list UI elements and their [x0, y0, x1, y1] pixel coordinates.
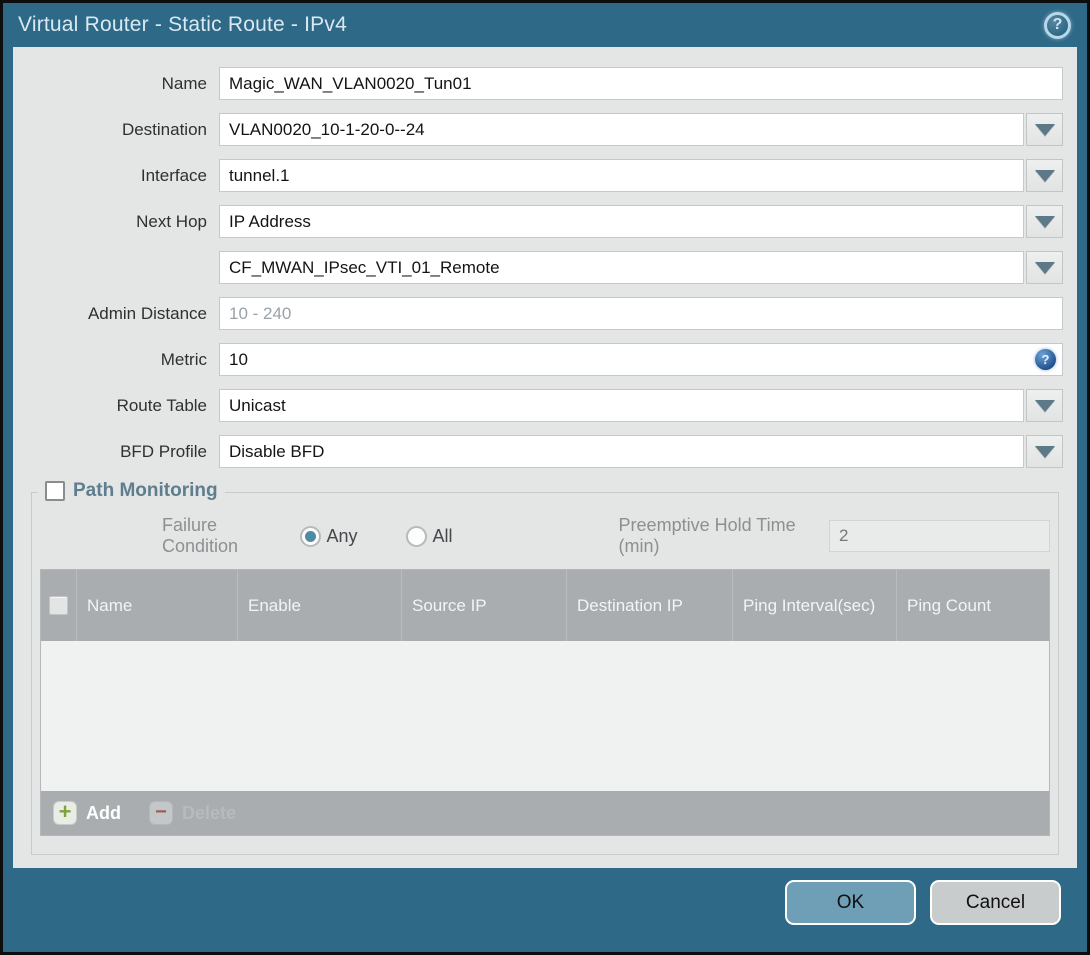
dialog-title: Virtual Router - Static Route - IPv4 — [18, 13, 347, 36]
delete-button[interactable]: − Delete — [149, 801, 236, 825]
route-table-dropdown-button[interactable] — [1026, 389, 1063, 422]
next-hop-address-row — [27, 251, 1063, 284]
chevron-down-icon — [1034, 169, 1055, 182]
metric-row: Metric ? — [27, 343, 1063, 376]
dialog-content: Name Destination Interface Next Hop — [13, 47, 1077, 868]
add-plus-icon: + — [53, 801, 77, 825]
column-header-source-ip[interactable]: Source IP — [402, 570, 567, 641]
column-header-name[interactable]: Name — [77, 570, 238, 641]
table-header: Name Enable Source IP Destination IP Pin… — [41, 570, 1049, 641]
interface-dropdown-button[interactable] — [1026, 159, 1063, 192]
name-label: Name — [161, 73, 207, 93]
radio-all-group: All — [405, 525, 487, 547]
name-row: Name — [27, 67, 1063, 100]
chevron-down-icon — [1034, 261, 1055, 274]
select-all-cell — [41, 570, 77, 641]
next-hop-address-dropdown-button[interactable] — [1026, 251, 1063, 284]
add-button-label: Add — [86, 802, 121, 823]
failure-condition-all-label: All — [432, 525, 453, 546]
bfd-profile-label: BFD Profile — [120, 441, 207, 461]
next-hop-dropdown-button[interactable] — [1026, 205, 1063, 238]
interface-label: Interface — [140, 165, 207, 185]
table-footer: + Add − Delete — [41, 791, 1049, 835]
failure-condition-any-label: Any — [326, 525, 358, 546]
bfd-profile-row: BFD Profile — [27, 435, 1063, 468]
destination-dropdown-button[interactable] — [1026, 113, 1063, 146]
destination-row: Destination — [27, 113, 1063, 146]
column-header-destination-ip[interactable]: Destination IP — [567, 570, 733, 641]
bfd-profile-input[interactable] — [219, 435, 1024, 468]
route-table-row: Route Table — [27, 389, 1063, 422]
titlebar: Virtual Router - Static Route - IPv4 ? — [3, 3, 1087, 47]
column-header-ping-interval[interactable]: Ping Interval(sec) — [733, 570, 897, 641]
admin-distance-row: Admin Distance — [27, 297, 1063, 330]
metric-help-icon[interactable]: ? — [1035, 349, 1056, 370]
name-input[interactable] — [219, 67, 1063, 100]
next-hop-row: Next Hop — [27, 205, 1063, 238]
path-monitoring-legend: Path Monitoring — [38, 480, 225, 502]
plus-glyph: + — [58, 799, 72, 824]
interface-input[interactable] — [219, 159, 1024, 192]
preemptive-hold-time-label: Preemptive Hold Time (min) — [618, 515, 796, 556]
failure-condition-any-radio[interactable] — [299, 525, 321, 547]
next-hop-address-input[interactable] — [219, 251, 1024, 284]
delete-minus-icon: − — [149, 801, 173, 825]
dialog-button-bar: OK Cancel — [3, 868, 1087, 952]
static-route-dialog: Virtual Router - Static Route - IPv4 ? N… — [0, 0, 1090, 955]
metric-label: Metric — [160, 349, 207, 369]
admin-distance-input[interactable] — [219, 297, 1063, 330]
delete-button-label: Delete — [182, 802, 237, 823]
chevron-down-icon — [1034, 399, 1055, 412]
ok-button[interactable]: OK — [785, 880, 916, 925]
route-table-label: Route Table — [116, 395, 207, 415]
next-hop-type-input[interactable] — [219, 205, 1024, 238]
path-monitoring-section: Path Monitoring Failure Condition Any Al… — [31, 480, 1059, 855]
failure-condition-label: Failure Condition — [162, 515, 239, 556]
destination-input[interactable] — [219, 113, 1024, 146]
path-monitoring-checkbox[interactable] — [45, 481, 65, 501]
add-button[interactable]: + Add — [53, 801, 121, 825]
failure-condition-all-radio[interactable] — [405, 525, 427, 547]
path-monitoring-title: Path Monitoring — [73, 480, 218, 501]
help-icon[interactable]: ? — [1044, 11, 1071, 39]
radio-any-group: Any — [299, 525, 392, 547]
admin-distance-label: Admin Distance — [87, 303, 207, 323]
column-header-ping-count[interactable]: Ping Count — [897, 570, 1049, 641]
select-all-checkbox[interactable] — [49, 596, 68, 615]
minus-glyph: − — [155, 800, 167, 823]
destination-label: Destination — [121, 119, 207, 139]
route-table-input[interactable] — [219, 389, 1024, 422]
path-monitoring-table: Name Enable Source IP Destination IP Pin… — [40, 569, 1050, 836]
column-header-enable[interactable]: Enable — [238, 570, 402, 641]
metric-input[interactable] — [219, 343, 1063, 376]
failure-condition-row: Failure Condition Any All Preemptive Hol… — [40, 515, 1050, 556]
bfd-profile-dropdown-button[interactable] — [1026, 435, 1063, 468]
next-hop-label: Next Hop — [136, 211, 207, 231]
table-body-empty — [41, 641, 1049, 791]
chevron-down-icon — [1034, 215, 1055, 228]
chevron-down-icon — [1034, 123, 1055, 136]
chevron-down-icon — [1034, 445, 1055, 458]
cancel-button[interactable]: Cancel — [930, 880, 1061, 925]
preemptive-hold-time-input[interactable] — [829, 520, 1050, 552]
interface-row: Interface — [27, 159, 1063, 192]
